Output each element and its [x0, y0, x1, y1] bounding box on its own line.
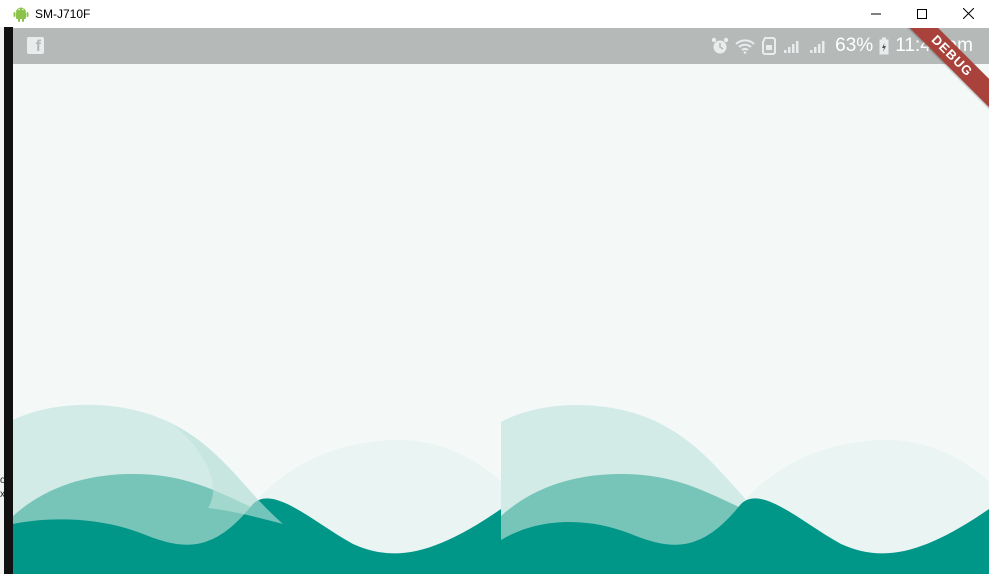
facebook-icon: f	[27, 37, 44, 55]
device-screen[interactable]: f 63% 11:48 am	[13, 28, 989, 574]
signal-icon	[809, 38, 829, 54]
minimize-button[interactable]	[853, 0, 899, 27]
battery-percent: 63%	[835, 35, 874, 56]
device-frame	[4, 27, 13, 574]
alarm-icon	[711, 37, 729, 55]
window-title: SM-J710F	[35, 6, 91, 21]
window-controls	[853, 0, 991, 27]
battery-icon	[879, 37, 889, 55]
wave-illustration	[13, 404, 989, 574]
android-icon	[13, 6, 29, 22]
window-titlebar: SM-J710F	[0, 0, 991, 27]
close-button[interactable]	[945, 0, 991, 27]
wifi-icon	[735, 38, 755, 54]
minimize-icon	[871, 13, 881, 14]
signal-icon	[783, 38, 803, 54]
sim-icon	[761, 37, 777, 55]
maximize-icon	[917, 8, 927, 19]
android-statusbar: f 63% 11:48 am	[13, 28, 989, 64]
close-icon	[962, 8, 974, 19]
maximize-button[interactable]	[899, 0, 945, 27]
